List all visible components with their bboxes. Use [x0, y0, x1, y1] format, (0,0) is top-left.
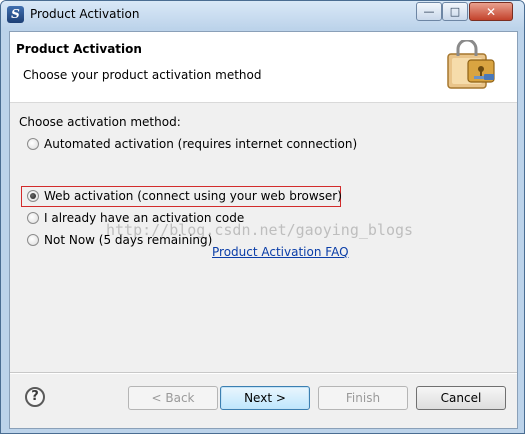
minimize-button[interactable]: —: [416, 2, 442, 21]
padlock-with-key-icon: [447, 40, 495, 89]
radio-code[interactable]: [27, 212, 39, 224]
faq-link[interactable]: Product Activation FAQ: [212, 245, 349, 259]
app-logo-icon: S: [7, 6, 24, 23]
section-label: Choose activation method:: [19, 115, 181, 129]
help-icon[interactable]: ?: [25, 387, 45, 407]
option-automated[interactable]: Automated activation (requires internet …: [27, 135, 357, 153]
activation-options: Choose activation method: Automated acti…: [10, 103, 517, 373]
dialog-body: Product Activation Choose your product a…: [9, 31, 518, 429]
close-button[interactable]: ✕: [469, 2, 513, 21]
option-automated-label: Automated activation (requires internet …: [44, 137, 358, 151]
next-button[interactable]: Next >: [220, 386, 310, 410]
header-banner: Product Activation Choose your product a…: [10, 32, 517, 103]
window-title: Product Activation: [30, 7, 140, 21]
finish-button[interactable]: Finish: [318, 386, 408, 410]
radio-not-now[interactable]: [27, 234, 39, 246]
option-web[interactable]: Web activation (connect using your web b…: [27, 187, 342, 205]
radio-web[interactable]: [27, 190, 39, 202]
activation-window: S Product Activation — □ ✕ Product Activ…: [0, 0, 525, 434]
banner-title: Product Activation: [16, 42, 142, 56]
back-button[interactable]: < Back: [128, 386, 218, 410]
banner-description: Choose your product activation method: [23, 68, 262, 82]
watermark-text: http://blog.csdn.net/gaoying_blogs: [106, 221, 414, 239]
option-web-label: Web activation (connect using your web b…: [44, 189, 342, 203]
title-bar[interactable]: S Product Activation — □ ✕: [1, 1, 524, 29]
footer-divider: [10, 372, 517, 374]
cancel-button[interactable]: Cancel: [416, 386, 506, 410]
maximize-button[interactable]: □: [442, 2, 468, 21]
radio-automated[interactable]: [27, 138, 39, 150]
